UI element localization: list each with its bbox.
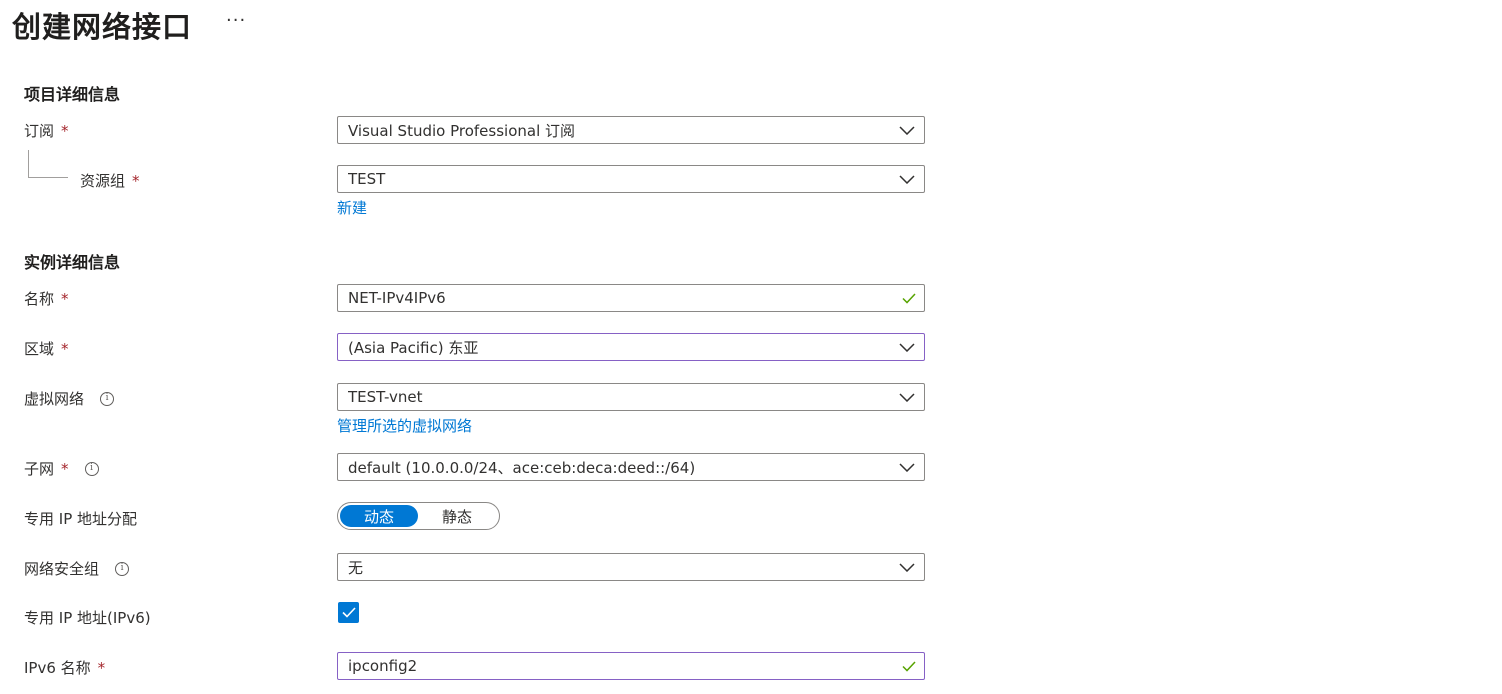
required-mark: * <box>61 459 69 478</box>
name-value: NET-IPv4IPv6 <box>348 289 446 307</box>
info-icon[interactable]: i <box>84 461 99 476</box>
ipv6-name-value: ipconfig2 <box>348 657 418 675</box>
required-mark: * <box>61 121 69 140</box>
info-icon[interactable]: i <box>100 391 115 406</box>
ipv6-checkbox[interactable] <box>338 602 359 623</box>
checkmark-icon <box>894 292 924 304</box>
region-label-text: 区域 <box>24 340 55 358</box>
page-title: 创建网络接口 <box>12 10 193 44</box>
name-label-text: 名称 <box>24 290 55 308</box>
required-mark: * <box>61 289 69 308</box>
chevron-down-icon <box>890 392 924 402</box>
required-mark: * <box>61 339 69 358</box>
region-value: (Asia Pacific) 东亚 <box>348 338 479 357</box>
nsg-label: 网络安全组 i <box>24 558 130 579</box>
region-label: 区域 * <box>24 338 69 359</box>
nsg-label-text: 网络安全组 <box>24 560 100 578</box>
subnet-value: default (10.0.0.0/24、ace:ceb:deca:deed::… <box>348 458 696 477</box>
subscription-label: 订阅 * <box>24 120 69 141</box>
resource-group-label-text: 资源组 <box>80 172 126 190</box>
subscription-value: Visual Studio Professional 订阅 <box>348 121 576 140</box>
vnet-value: TEST-vnet <box>348 388 423 406</box>
required-mark: * <box>132 171 140 190</box>
section-title-project: 项目详细信息 <box>24 85 121 104</box>
name-label: 名称 * <box>24 288 69 309</box>
nsg-value: 无 <box>348 558 364 577</box>
info-icon[interactable]: i <box>115 561 130 576</box>
vnet-dropdown[interactable]: TEST-vnet <box>337 383 925 411</box>
tree-connector-horizontal <box>28 177 68 178</box>
ipv6-label: 专用 IP 地址(IPv6) <box>24 607 151 628</box>
tree-connector-vertical <box>28 150 29 177</box>
more-options-button[interactable]: ··· <box>226 10 246 31</box>
subscription-dropdown[interactable]: Visual Studio Professional 订阅 <box>337 116 925 144</box>
resource-group-dropdown[interactable]: TEST <box>337 165 925 193</box>
required-mark: * <box>97 658 106 677</box>
ipv6-label-text: 专用 IP 地址(IPv6) <box>24 609 151 627</box>
subnet-label-text: 子网 <box>24 460 55 478</box>
chevron-down-icon <box>890 562 924 572</box>
dynamic-option[interactable]: 动态 <box>340 505 418 527</box>
ipv6-name-label-text: IPv6 名称 <box>24 659 91 677</box>
vnet-label: 虚拟网络 i <box>24 388 115 409</box>
region-dropdown[interactable]: (Asia Pacific) 东亚 <box>337 333 925 361</box>
ip-assignment-toggle[interactable]: 动态 静态 <box>337 502 500 530</box>
chevron-down-icon <box>890 462 924 472</box>
subnet-label: 子网 * i <box>24 458 99 479</box>
section-title-instance: 实例详细信息 <box>24 253 121 272</box>
ipv6-name-label: IPv6 名称 * <box>24 657 105 678</box>
ip-assignment-label-text: 专用 IP 地址分配 <box>24 510 138 528</box>
ipv6-name-input[interactable]: ipconfig2 <box>337 652 925 680</box>
ip-assignment-label: 专用 IP 地址分配 <box>24 508 137 529</box>
subnet-dropdown[interactable]: default (10.0.0.0/24、ace:ceb:deca:deed::… <box>337 453 925 481</box>
static-option[interactable]: 静态 <box>418 505 496 527</box>
create-resource-group-link[interactable]: 新建 <box>337 197 367 218</box>
resource-group-label: 资源组 * <box>80 170 140 191</box>
checkmark-icon <box>341 607 356 618</box>
resource-group-value: TEST <box>348 170 386 188</box>
chevron-down-icon <box>890 342 924 352</box>
nsg-dropdown[interactable]: 无 <box>337 553 925 581</box>
chevron-down-icon <box>890 125 924 135</box>
name-input[interactable]: NET-IPv4IPv6 <box>337 284 925 312</box>
manage-vnet-link[interactable]: 管理所选的虚拟网络 <box>337 415 472 436</box>
chevron-down-icon <box>890 174 924 184</box>
vnet-label-text: 虚拟网络 <box>24 390 85 408</box>
subscription-label-text: 订阅 <box>24 122 55 140</box>
checkmark-icon <box>894 660 924 672</box>
